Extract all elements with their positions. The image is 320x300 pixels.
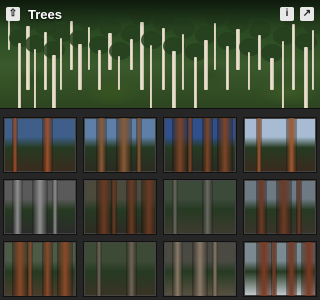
photo-thumbnail-redwood-forest-path[interactable] bbox=[83, 179, 157, 235]
photo-thumbnail-giant-sequoia-canopy[interactable] bbox=[3, 117, 77, 173]
photo-thumbnail-sequoias-in-snow[interactable] bbox=[243, 241, 317, 297]
photo-thumbnail-tunnel-tree[interactable] bbox=[163, 241, 237, 297]
photo-thumbnail-fallen-sequoia-bw[interactable] bbox=[3, 179, 77, 235]
photo-thumbnail-redwood-trunks-sky[interactable] bbox=[83, 117, 157, 173]
share-icon[interactable]: ↗ bbox=[300, 7, 314, 21]
toolbar-actions: i ↗ bbox=[280, 7, 314, 21]
info-icon[interactable]: i bbox=[280, 7, 294, 21]
arrow-up-icon[interactable]: ⇧ bbox=[6, 7, 20, 21]
photo-thumbnail-sequoia-base-trunk[interactable] bbox=[3, 241, 77, 297]
top-bar: ⇧ Trees i ↗ bbox=[0, 0, 320, 28]
photo-thumbnail-sequoia-stump-clearing[interactable] bbox=[163, 179, 237, 235]
photo-gallery bbox=[0, 108, 320, 300]
page-title: Trees bbox=[28, 6, 62, 22]
photo-thumbnail-hollow-giant-trunk[interactable] bbox=[83, 241, 157, 297]
photo-thumbnail-misty-redwood-grove[interactable] bbox=[243, 179, 317, 235]
photo-thumbnail-sequoia-grove-blue-sky[interactable] bbox=[163, 117, 237, 173]
photo-thumbnail-leaning-giant-sequoia[interactable] bbox=[243, 117, 317, 173]
photo-grid bbox=[3, 117, 317, 297]
